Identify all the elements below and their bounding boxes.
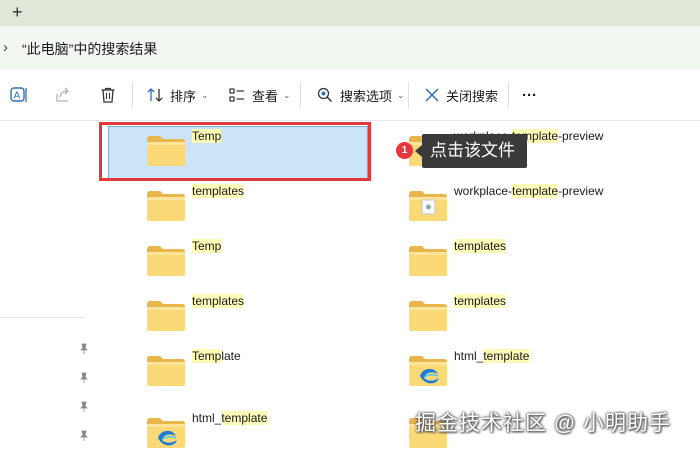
result-item-name: html_template bbox=[192, 411, 268, 425]
share-button[interactable] bbox=[54, 82, 72, 108]
result-item-name: html_template bbox=[454, 349, 530, 363]
view-label: 查看 bbox=[252, 88, 279, 104]
name-prefix: html_ bbox=[454, 349, 484, 363]
result-item-name: templates bbox=[454, 239, 507, 253]
sort-button[interactable]: 排序 ⌄ bbox=[146, 82, 209, 108]
more-options-button[interactable]: ··· bbox=[522, 82, 537, 108]
sort-icon bbox=[147, 88, 163, 102]
name-suffix: -preview bbox=[558, 129, 604, 143]
result-item-name: Temp bbox=[192, 239, 222, 253]
name-prefix: html_ bbox=[192, 411, 222, 425]
callout-arrow bbox=[415, 145, 422, 157]
breadcrumb-path[interactable]: “此电脑”中的搜索结果 bbox=[22, 39, 157, 59]
result-item-name: templates bbox=[192, 184, 245, 198]
toolbar-divider bbox=[132, 82, 133, 108]
command-bar: A 排序 ⌄ 查看 ⌄ 搜索选项 ⌄ 关闭搜索 ··· bbox=[0, 70, 700, 121]
sort-label: 排序 bbox=[170, 88, 197, 104]
close-search-button[interactable]: 关闭搜索 bbox=[424, 82, 498, 108]
name-suffix: -preview bbox=[558, 184, 604, 198]
close-search-label: 关闭搜索 bbox=[446, 88, 499, 104]
folder-edge-icon bbox=[146, 416, 186, 454]
folder-icon bbox=[146, 244, 186, 282]
chevron-down-icon: ⌄ bbox=[201, 89, 209, 100]
watermark: 掘金技术社区 @ 小明助手 bbox=[415, 412, 671, 435]
name-match-highlight: templates bbox=[192, 294, 245, 308]
delete-button[interactable] bbox=[99, 82, 117, 108]
navigation-pane bbox=[0, 121, 100, 450]
breadcrumb-chevron-icon[interactable]: › bbox=[3, 39, 8, 56]
pin-icon[interactable] bbox=[79, 430, 89, 442]
pin-icon[interactable] bbox=[79, 372, 89, 384]
name-match-highlight: template bbox=[221, 411, 268, 425]
folder-icon bbox=[146, 354, 186, 392]
name-match-highlight: templates bbox=[454, 294, 507, 308]
search-options-button[interactable]: 搜索选项 ⌄ bbox=[316, 82, 405, 108]
name-match-highlight: template bbox=[512, 184, 559, 198]
folder-doc-icon bbox=[408, 189, 448, 227]
name-match-highlight: templates bbox=[192, 184, 245, 198]
trash-icon bbox=[101, 87, 115, 103]
chevron-down-icon: ⌄ bbox=[283, 89, 291, 100]
folder-icon bbox=[146, 299, 186, 337]
close-icon bbox=[425, 88, 439, 102]
name-prefix: workplace- bbox=[454, 184, 513, 198]
step-badge: 1 bbox=[396, 142, 413, 159]
toolbar-divider bbox=[508, 82, 509, 108]
pin-icon[interactable] bbox=[79, 343, 89, 355]
new-tab-button[interactable]: + bbox=[12, 2, 23, 23]
search-options-icon bbox=[317, 87, 333, 103]
toolbar-divider bbox=[408, 82, 409, 108]
more-icon: ··· bbox=[522, 86, 537, 104]
result-item-name: templates bbox=[192, 294, 245, 308]
toolbar-divider bbox=[300, 82, 301, 108]
pin-icon[interactable] bbox=[79, 401, 89, 413]
name-match-highlight: Temp bbox=[192, 349, 222, 363]
search-options-label: 搜索选项 bbox=[340, 88, 393, 104]
annotation-callout: 点击该文件 bbox=[422, 134, 527, 168]
address-bar[interactable]: › “此电脑”中的搜索结果 bbox=[0, 26, 700, 71]
result-item-name: templates bbox=[454, 294, 507, 308]
name-match-highlight: Temp bbox=[192, 239, 222, 253]
name-match-highlight: templates bbox=[454, 239, 507, 253]
folder-icon bbox=[408, 244, 448, 282]
chevron-down-icon: ⌄ bbox=[397, 89, 405, 100]
folder-icon bbox=[408, 299, 448, 337]
view-button[interactable]: 查看 ⌄ bbox=[228, 82, 291, 108]
folder-icon bbox=[146, 189, 186, 227]
annotation-frame bbox=[99, 122, 371, 181]
folder-edge-icon bbox=[408, 354, 448, 392]
nav-divider bbox=[0, 317, 84, 318]
share-icon bbox=[56, 87, 69, 102]
name-match-highlight: template bbox=[483, 349, 530, 363]
svg-text:A: A bbox=[14, 91, 21, 102]
name-suffix: late bbox=[221, 349, 241, 363]
view-icon bbox=[229, 88, 244, 102]
tab-strip: + bbox=[0, 0, 700, 26]
rename-icon: A bbox=[10, 87, 27, 102]
rename-button[interactable]: A bbox=[9, 82, 29, 108]
result-item-name: Template bbox=[192, 349, 241, 363]
result-item-name: workplace-template-preview bbox=[454, 184, 603, 198]
